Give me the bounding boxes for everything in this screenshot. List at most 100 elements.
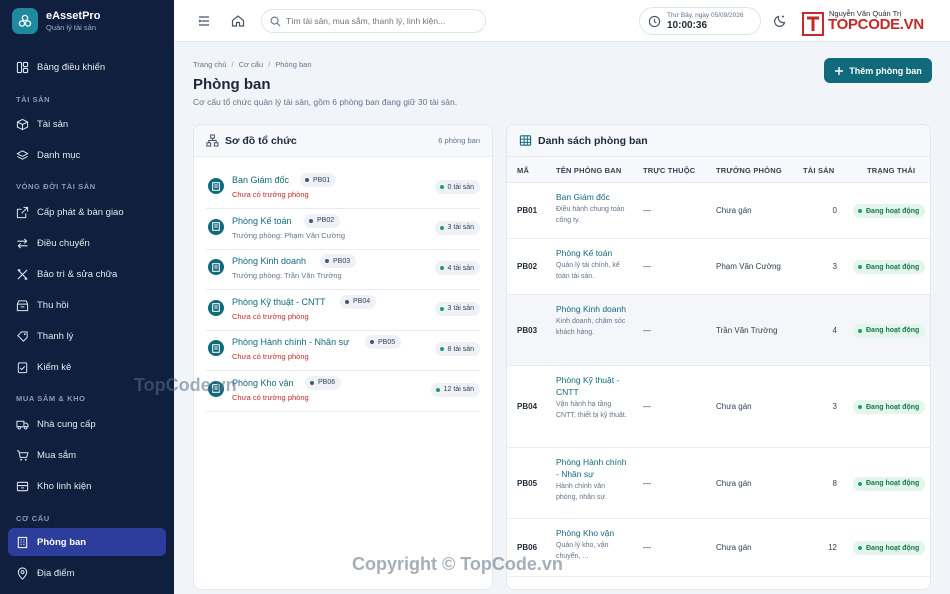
main-content: Trang chủ / Cơ cấu / Phòng ban Phòng ban Cơ …: [134, 42, 950, 594]
row-asset-count: 12: [828, 543, 837, 552]
breadcrumb-current: Phòng ban: [275, 60, 312, 69]
sidebar-item-transfer[interactable]: Điều chuyển: [8, 229, 166, 257]
org-item-name[interactable]: Phòng Hành chính - Nhân sự: [232, 337, 349, 347]
table-row[interactable]: PB04 Phòng Kỹ thuật - CNTT Vận hành hạ tần…: [507, 366, 930, 448]
org-item-code: PB06: [305, 375, 342, 390]
row-head: Chưa gán: [716, 543, 752, 552]
sidebar-item-parts-warehouse[interactable]: Kho linh kiện: [8, 472, 166, 500]
org-item-asset-count: 3 tài sản: [434, 301, 480, 316]
row-name[interactable]: Phòng Kinh doanh: [556, 304, 626, 314]
row-parent: —: [643, 206, 651, 215]
row-name[interactable]: Phòng Kế toán: [556, 248, 612, 258]
add-department-label: Thêm phòng ban: [849, 65, 922, 76]
table-row[interactable]: PB02 Phòng Kế toán Quản lý tài chính, kế t…: [507, 239, 930, 295]
sidebar-item-locations[interactable]: Địa điểm: [8, 559, 166, 587]
menu-toggle-icon[interactable]: [196, 13, 212, 29]
sidebar-item-label: Điều chuyển: [37, 237, 90, 249]
row-head: Trần Văn Trường: [716, 325, 778, 335]
org-item[interactable]: Phòng Kinh doanh PB03 Trưởng phòng: Trần V…: [206, 250, 480, 290]
org-item[interactable]: Phòng Kỹ thuật - CNTT PB04 Chưa có trưởng …: [206, 291, 480, 331]
org-chart-title: Sơ đồ tổ chức: [225, 134, 297, 147]
row-code: PB03: [517, 325, 538, 335]
add-department-button[interactable]: Thêm phòng ban: [824, 58, 932, 83]
sidebar-item-label: Kho linh kiện: [37, 480, 92, 492]
dark-mode-icon[interactable]: [772, 13, 788, 29]
org-item-asset-count: 3 tài sản: [434, 220, 480, 235]
col-name[interactable]: TÊN PHÒNG BAN: [556, 166, 622, 175]
sidebar-item-categories[interactable]: Danh mục: [8, 141, 166, 169]
org-item[interactable]: Phòng Hành chính - Nhân sự PB05 Chưa có tr…: [206, 331, 480, 371]
cube-icon: [16, 118, 29, 130]
sidebar-item-handover[interactable]: Cấp phát & bàn giao: [8, 198, 166, 226]
sidebar-item-label: Cấp phát & bàn giao: [37, 206, 124, 218]
home-icon[interactable]: [230, 13, 246, 29]
org-item-asset-count: 4 tài sản: [434, 261, 480, 275]
table-row[interactable]: PB03 Phòng Kinh doanh Kinh doanh, chăm sóc…: [507, 295, 930, 366]
department-icon: [208, 218, 224, 235]
sidebar-section-structure: CƠ CẤU: [16, 514, 50, 523]
department-table-title: Danh sách phòng ban: [538, 134, 648, 147]
box-icon: [16, 481, 29, 491]
table-row[interactable]: PB06 Phòng Kho vận Quản lý kho, vận chuyển…: [507, 519, 930, 577]
org-item-head: Chưa có trưởng phòng: [232, 190, 309, 199]
brand[interactable]: eAssetPro Quản lý tài sản: [0, 0, 174, 42]
org-item[interactable]: Phòng Kho vận PB06 Chưa có trưởng phòng 12 …: [206, 372, 480, 412]
row-name[interactable]: Phòng Hành chính - Nhân sự: [556, 457, 626, 479]
department-icon: [208, 259, 224, 275]
search-box[interactable]: [261, 9, 486, 33]
org-item[interactable]: Ban Giám đốc PB01 Chưa có trưởng phòng 0 tà…: [206, 169, 480, 209]
org-item-code: PB03: [320, 254, 357, 268]
sidebar-item-maintenance[interactable]: Bảo trì & sửa chữa: [8, 260, 166, 288]
sidebar-item-suppliers[interactable]: Nhà cung cấp: [8, 410, 166, 438]
col-assets[interactable]: TÀI SẢN: [803, 166, 834, 175]
row-name[interactable]: Phòng Kỹ thuật - CNTT: [556, 375, 619, 397]
watermark-copyright: Copyright © TopCode.vn: [352, 554, 563, 574]
org-chart-icon: [206, 134, 219, 147]
org-item-name[interactable]: Phòng Kinh doanh: [232, 256, 306, 266]
sidebar-item-assets[interactable]: Tài sản: [8, 110, 166, 138]
sidebar-item-dashboard[interactable]: Bảng điều khiển: [8, 53, 166, 81]
status-badge: Đang hoạt động: [853, 541, 926, 555]
org-item-head: Chưa có trưởng phòng: [232, 311, 309, 321]
org-item-name[interactable]: Ban Giám đốc: [232, 175, 289, 185]
org-item-code: PB01: [300, 173, 337, 187]
sidebar-item-departments[interactable]: Phòng ban: [8, 528, 166, 556]
sidebar: eAssetPro Quản lý tài sản Bảng điều khiể…: [0, 0, 174, 594]
sidebar-item-purchasing[interactable]: Mua sắm: [8, 441, 166, 469]
breadcrumb-structure[interactable]: Cơ cấu: [239, 60, 264, 69]
org-item[interactable]: Phòng Kế toán PB02 Trưởng phòng: Phạm Văn …: [206, 210, 480, 250]
col-head[interactable]: TRƯỞNG PHÒNG: [716, 166, 782, 175]
sidebar-item-label: Tài sản: [37, 118, 69, 130]
col-status[interactable]: TRẠNG THÁI: [867, 166, 915, 175]
row-parent: —: [643, 543, 651, 552]
status-badge: Đang hoạt động: [853, 476, 926, 491]
org-item-head: Trưởng phòng: Phạm Văn Cường: [232, 230, 345, 240]
row-description: Quản lý kho, vận chuyển, ...: [556, 542, 609, 560]
row-name[interactable]: Phòng Kho vận: [556, 528, 614, 538]
sidebar-item-label: Phòng ban: [37, 536, 87, 548]
inventory-icon: [17, 361, 28, 373]
dashboard-icon: [16, 61, 29, 73]
brand-subtitle: Quản lý tài sản: [46, 23, 97, 32]
org-item-name[interactable]: Phòng Kỹ thuật - CNTT: [232, 297, 326, 307]
clock-icon: [648, 15, 661, 27]
org-item-name[interactable]: Phòng Kế toán: [232, 216, 292, 226]
row-code: PB02: [517, 262, 538, 271]
sidebar-item-liquidate[interactable]: Thanh lý: [8, 322, 166, 350]
col-code[interactable]: MÃ: [517, 166, 529, 175]
breadcrumb-home[interactable]: Trang chủ: [193, 60, 227, 69]
sidebar-section-lifecycle: VÒNG ĐỜI TÀI SẢN: [16, 182, 96, 191]
table-row[interactable]: PB01 Ban Giám đốc Điều hành chung toàn côn…: [507, 183, 930, 239]
current-date: Thứ Bảy, ngày 05/09/2026: [667, 11, 744, 19]
topbar: Thứ Bảy, ngày 05/09/2026 10:00:36 Nguyễn…: [174, 0, 950, 42]
row-name[interactable]: Ban Giám đốc: [556, 192, 610, 202]
table-row[interactable]: PB05 Phòng Hành chính - Nhân sự Hành chính…: [507, 448, 930, 519]
org-item-name[interactable]: Phòng Kho vận: [232, 378, 294, 388]
col-parent[interactable]: TRỰC THUỘC: [643, 166, 695, 175]
row-code: PB01: [517, 206, 538, 215]
sidebar-item-return[interactable]: Thu hồi: [8, 291, 166, 319]
liquidate-icon: [17, 330, 28, 342]
row-description: Quản lý tài chính, kế toán tài sản.: [556, 262, 620, 280]
table-icon: [519, 135, 532, 146]
search-input[interactable]: [286, 16, 476, 26]
